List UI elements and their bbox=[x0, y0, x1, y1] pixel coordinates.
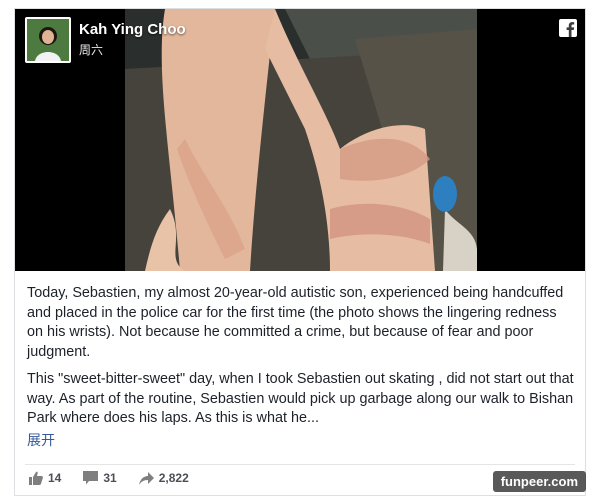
divider bbox=[25, 464, 575, 465]
see-more-link[interactable]: 展开 bbox=[27, 431, 575, 451]
post-paragraph-1: Today, Sebastien, my almost 20-year-old … bbox=[27, 285, 564, 360]
engagement-stats: 14 31 2,822 bbox=[29, 471, 211, 485]
post-photo[interactable] bbox=[125, 9, 477, 271]
comment-count[interactable]: 31 bbox=[83, 471, 117, 485]
post-paragraph-2: This "sweet-bitter-sweet" day, when I to… bbox=[27, 371, 574, 426]
share-count[interactable]: 2,822 bbox=[138, 471, 189, 485]
post-media[interactable]: Kah Ying Choo 周六 bbox=[15, 9, 585, 271]
share-arrow-icon bbox=[138, 471, 159, 485]
post-date[interactable]: 周六 bbox=[79, 41, 103, 58]
like-count-value: 14 bbox=[48, 471, 62, 485]
watermark: funpeer.com bbox=[492, 471, 586, 492]
author-name[interactable]: Kah Ying Choo bbox=[79, 21, 186, 38]
post-body: Today, Sebastien, my almost 20-year-old … bbox=[27, 284, 575, 450]
comment-count-value: 31 bbox=[103, 471, 117, 485]
facebook-icon[interactable] bbox=[559, 19, 577, 37]
comment-bubble-icon bbox=[83, 471, 103, 485]
like-count[interactable]: 14 bbox=[29, 471, 61, 485]
share-count-value: 2,822 bbox=[158, 471, 189, 485]
author-avatar[interactable] bbox=[25, 17, 71, 63]
thumbs-up-icon bbox=[29, 471, 48, 485]
facebook-post-card: Kah Ying Choo 周六 Today, Sebastien, my al… bbox=[14, 8, 586, 496]
